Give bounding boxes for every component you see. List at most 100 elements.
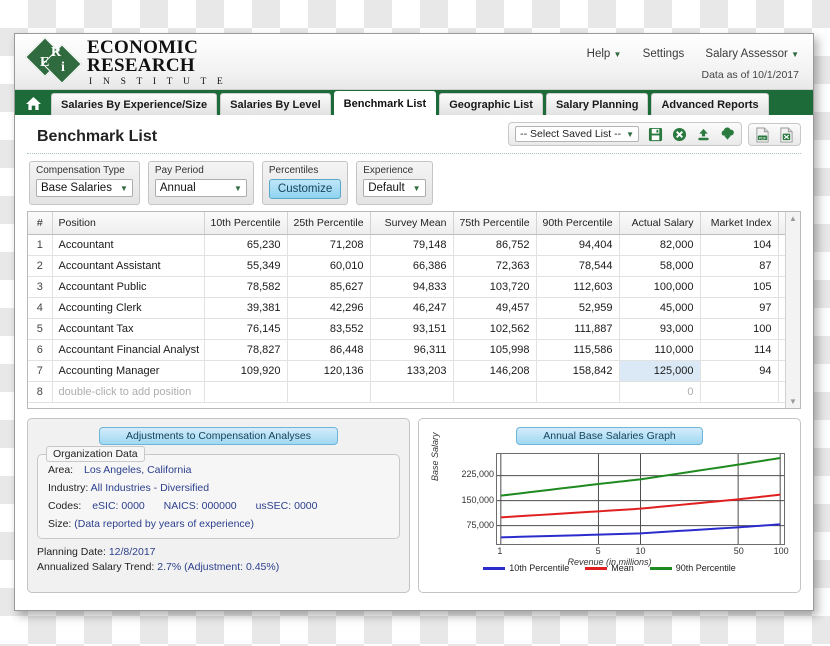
cell-p25[interactable]: 83,552 xyxy=(287,318,371,340)
cell-n[interactable]: 1 xyxy=(28,234,53,256)
cell-p25[interactable]: 85,627 xyxy=(287,276,371,298)
delete-row-icon[interactable] xyxy=(784,319,785,336)
cell-actual[interactable]: 100,000 xyxy=(619,276,701,298)
table-vertical-scrollbar[interactable]: ▲ ▼ xyxy=(785,212,800,408)
delete-list-icon[interactable] xyxy=(672,127,687,142)
cell-p10[interactable]: 55,349 xyxy=(204,255,288,277)
table-row[interactable]: 7 Accounting Manager 109,920 120,136 133,203… xyxy=(28,360,785,382)
cell-p90[interactable]: 94,404 xyxy=(536,234,620,256)
filter-select[interactable]: Annual ▼ xyxy=(154,179,247,197)
tab-benchmark-list[interactable]: Benchmark List xyxy=(333,91,437,115)
cell-p90[interactable]: 111,887 xyxy=(536,318,620,340)
cell-p75[interactable]: 105,998 xyxy=(453,339,537,361)
table-row[interactable]: 1 Accountant 65,230 71,208 79,148 86,752 94,40… xyxy=(28,234,785,256)
row-delete-cell[interactable] xyxy=(778,318,785,340)
tab-salaries-by-experience-size[interactable]: Salaries By Experience/Size xyxy=(51,93,218,115)
cell-p25[interactable]: 120,136 xyxy=(287,360,371,382)
cell-p10[interactable] xyxy=(204,381,288,403)
cell-position[interactable]: double-click to add position xyxy=(52,381,205,403)
column-header-survey-mean[interactable]: Survey Mean xyxy=(370,212,454,235)
column-header-position[interactable]: Position xyxy=(52,212,205,235)
delete-all-icon[interactable] xyxy=(784,212,785,230)
cell-position[interactable]: Accountant Assistant xyxy=(52,255,205,277)
column-header-delete[interactable] xyxy=(778,212,785,235)
column-header-75th-percentile[interactable]: 75th Percentile xyxy=(453,212,537,235)
table-row[interactable]: 5 Accountant Tax 76,145 83,552 93,151 102,562… xyxy=(28,318,785,340)
table-add-row[interactable]: 8 double-click to add position 0 xyxy=(28,381,785,403)
cell-mean[interactable]: 133,203 xyxy=(370,360,454,382)
esic-value[interactable]: 0000 xyxy=(121,500,144,512)
delete-row-icon[interactable] xyxy=(784,235,785,252)
cell-p10[interactable]: 39,381 xyxy=(204,297,288,319)
cell-p90[interactable] xyxy=(536,381,620,403)
column-header-actual-salary[interactable]: Actual Salary xyxy=(619,212,701,235)
delete-row-icon[interactable] xyxy=(784,361,785,378)
cell-p10[interactable]: 109,920 xyxy=(204,360,288,382)
cell-p25[interactable]: 60,010 xyxy=(287,255,371,277)
column-header-90th-percentile[interactable]: 90th Percentile xyxy=(536,212,620,235)
save-icon[interactable] xyxy=(648,127,663,142)
scroll-down-arrow-icon[interactable]: ▼ xyxy=(789,397,797,406)
cell-mean[interactable]: 93,151 xyxy=(370,318,454,340)
cell-n[interactable]: 8 xyxy=(28,381,53,403)
cell-n[interactable]: 4 xyxy=(28,297,53,319)
row-delete-cell[interactable] xyxy=(778,255,785,277)
filter-select[interactable]: Default ▼ xyxy=(363,179,426,197)
saved-list-select[interactable]: -- Select Saved List -- ▼ xyxy=(515,126,639,142)
cell-p75[interactable]: 146,208 xyxy=(453,360,537,382)
naics-value[interactable]: 000000 xyxy=(202,500,237,512)
table-row[interactable]: 6 Accountant Financial Analyst 78,827 86,44… xyxy=(28,339,785,361)
eri-logo[interactable]: E R i ECONOMIC RESEARCH I N S T I T U T … xyxy=(25,37,227,89)
cell-p90[interactable]: 52,959 xyxy=(536,297,620,319)
row-delete-cell[interactable] xyxy=(778,339,785,361)
home-button[interactable] xyxy=(20,91,46,115)
pdf-export-icon[interactable]: PDF xyxy=(755,127,770,142)
row-delete-cell[interactable] xyxy=(778,381,785,403)
row-delete-cell[interactable] xyxy=(778,234,785,256)
cell-actual[interactable]: 58,000 xyxy=(619,255,701,277)
row-delete-cell[interactable] xyxy=(778,297,785,319)
tab-advanced-reports[interactable]: Advanced Reports xyxy=(651,93,769,115)
cell-p75[interactable]: 49,457 xyxy=(453,297,537,319)
chart-panel-title[interactable]: Annual Base Salaries Graph xyxy=(516,427,703,445)
industry-value[interactable]: All Industries - Diversified xyxy=(91,482,209,494)
cell-p75[interactable]: 102,562 xyxy=(453,318,537,340)
cell-index[interactable]: 105 xyxy=(700,276,779,298)
planning-date-value[interactable]: 12/8/2017 xyxy=(109,546,156,558)
cell-p10[interactable]: 65,230 xyxy=(204,234,288,256)
cell-p90[interactable]: 112,603 xyxy=(536,276,620,298)
delete-row-icon[interactable] xyxy=(784,256,785,273)
cell-position[interactable]: Accountant Public xyxy=(52,276,205,298)
cell-n[interactable]: 3 xyxy=(28,276,53,298)
delete-row-icon[interactable] xyxy=(784,382,785,399)
cell-p90[interactable]: 115,586 xyxy=(536,339,620,361)
cell-p75[interactable] xyxy=(453,381,537,403)
cell-index[interactable]: 94 xyxy=(700,360,779,382)
table-row[interactable]: 2 Accountant Assistant 55,349 60,010 66,386 7… xyxy=(28,255,785,277)
cell-actual[interactable]: 93,000 xyxy=(619,318,701,340)
cell-p25[interactable] xyxy=(287,381,371,403)
cell-n[interactable]: 5 xyxy=(28,318,53,340)
cell-mean[interactable]: 66,386 xyxy=(370,255,454,277)
cell-mean[interactable] xyxy=(370,381,454,403)
adjustments-panel-title[interactable]: Adjustments to Compensation Analyses xyxy=(98,427,339,445)
excel-export-icon[interactable] xyxy=(779,127,794,142)
row-delete-cell[interactable] xyxy=(778,360,785,382)
cell-position[interactable]: Accounting Manager xyxy=(52,360,205,382)
cell-p25[interactable]: 86,448 xyxy=(287,339,371,361)
cell-actual[interactable]: 110,000 xyxy=(619,339,701,361)
cell-position[interactable]: Accountant Financial Analyst xyxy=(52,339,205,361)
delete-row-icon[interactable] xyxy=(784,277,785,294)
column-header-market-index[interactable]: Market Index xyxy=(700,212,779,235)
area-value[interactable]: Los Angeles, California xyxy=(84,464,191,476)
cell-n[interactable]: 2 xyxy=(28,255,53,277)
cell-p90[interactable]: 158,842 xyxy=(536,360,620,382)
settings-link[interactable]: Settings xyxy=(643,48,685,60)
cell-actual[interactable]: 45,000 xyxy=(619,297,701,319)
cell-p10[interactable]: 78,827 xyxy=(204,339,288,361)
cell-actual[interactable]: 82,000 xyxy=(619,234,701,256)
customize-percentiles-button[interactable]: Customize xyxy=(268,179,342,199)
ussec-value[interactable]: 0000 xyxy=(294,500,317,512)
size-value[interactable]: (Data reported by years of experience) xyxy=(74,518,254,530)
product-menu[interactable]: Salary Assessor ▼ xyxy=(705,48,799,60)
